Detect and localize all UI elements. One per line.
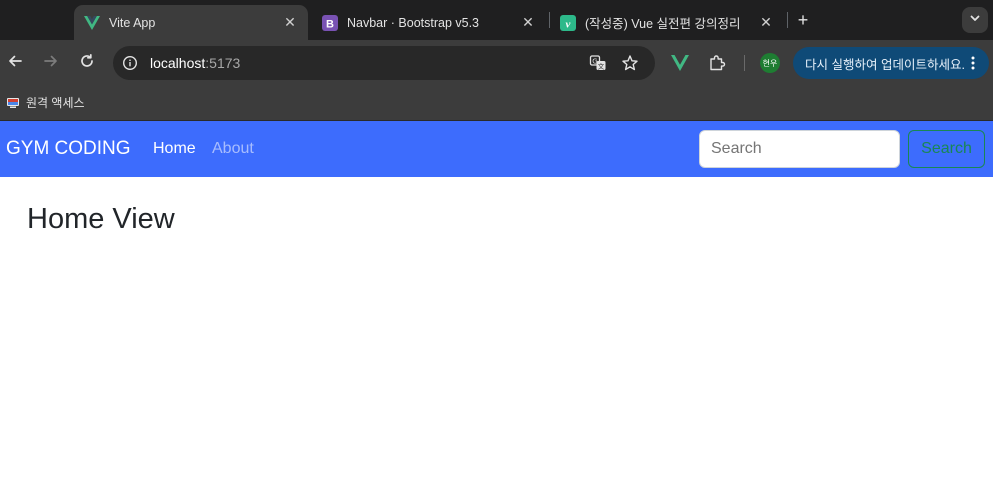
translate-icon[interactable]: G文 xyxy=(589,54,607,72)
arrow-left-icon xyxy=(7,53,23,74)
nav-link-about[interactable]: About xyxy=(212,140,254,158)
close-icon[interactable]: ✕ xyxy=(282,14,298,31)
page-title: Home View xyxy=(27,203,175,235)
reload-icon xyxy=(79,53,95,74)
tab-vite-app[interactable]: Vite App ✕ xyxy=(74,5,308,40)
bookmark-label: 원격 액세스 xyxy=(26,96,85,110)
svg-text:文: 文 xyxy=(598,61,605,70)
tab-bootstrap-navbar[interactable]: B Navbar · Bootstrap v5.3 ✕ xyxy=(312,5,546,40)
svg-text:B: B xyxy=(326,18,334,30)
search-button[interactable]: Search xyxy=(908,130,985,168)
tab-strip: Vite App ✕ B Navbar · Bootstrap v5.3 ✕ v… xyxy=(0,0,993,40)
update-button[interactable]: 다시 실행하여 업데이트하세요. xyxy=(793,47,989,79)
site-navbar: GYM CODING Home About Search xyxy=(0,121,993,177)
tab-title: Navbar · Bootstrap v5.3 xyxy=(347,15,480,30)
address-bar[interactable]: localhost:5173 G文 xyxy=(113,46,655,80)
bootstrap-icon: B xyxy=(322,14,338,31)
forward-button[interactable] xyxy=(41,53,61,73)
vue-devtools-icon[interactable] xyxy=(670,53,690,73)
new-tab-button[interactable]: + xyxy=(793,10,813,30)
remote-access-icon xyxy=(6,96,20,110)
navbar-brand[interactable]: GYM CODING xyxy=(6,138,131,160)
update-label: 다시 실행하여 업데이트하세요. xyxy=(805,57,965,72)
bookmark-remote-access[interactable]: 원격 액세스 xyxy=(6,94,85,111)
tab-title: Vite App xyxy=(109,15,156,30)
tab-title: (작성중) Vue 실전편 강의정리 xyxy=(585,17,741,31)
close-icon[interactable]: ✕ xyxy=(520,14,536,31)
tab-vue-notes[interactable]: v (작성중) Vue 실전편 강의정리 ✕ xyxy=(550,5,784,40)
url-text: localhost:5173 xyxy=(150,55,240,71)
close-icon[interactable]: ✕ xyxy=(758,14,774,31)
chevron-down-icon xyxy=(969,11,981,29)
nav-link-home[interactable]: Home xyxy=(153,140,196,158)
search-input[interactable] xyxy=(699,130,900,168)
tab-search-button[interactable] xyxy=(962,7,988,33)
vue-icon xyxy=(84,15,100,31)
reload-button[interactable] xyxy=(77,53,97,73)
svg-text:v: v xyxy=(566,18,571,30)
extensions-icon[interactable] xyxy=(707,53,727,73)
bookmark-star-icon[interactable] xyxy=(621,54,639,72)
site-info-icon[interactable] xyxy=(121,54,139,72)
profile-avatar[interactable]: 현우 xyxy=(760,53,780,73)
toolbar-separator xyxy=(744,55,745,71)
vue-notes-icon: v xyxy=(560,14,576,31)
back-button[interactable] xyxy=(5,53,25,73)
tab-separator xyxy=(787,12,788,28)
kebab-menu-icon[interactable] xyxy=(965,55,981,71)
url-port: :5173 xyxy=(205,55,241,71)
arrow-right-icon xyxy=(43,53,59,74)
bookmarks-bar: 원격 액세스 xyxy=(0,87,993,121)
url-host: localhost xyxy=(150,55,206,71)
browser-toolbar: localhost:5173 G文 현우 다시 실행하여 업데이트하세요. xyxy=(0,40,993,87)
